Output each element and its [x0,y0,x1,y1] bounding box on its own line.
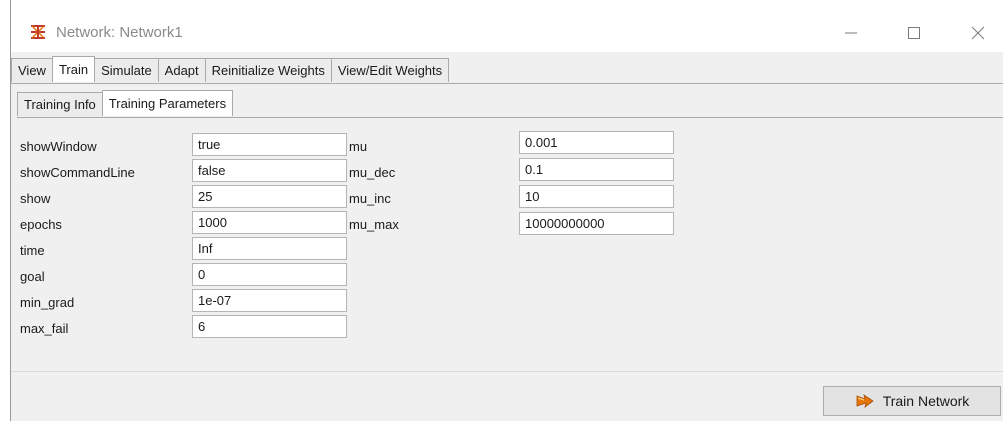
tab-adapt[interactable]: Adapt [157,58,206,82]
close-icon [971,26,985,40]
tab-training-parameters[interactable]: Training Parameters [101,90,234,116]
tab-reinitialize-weights[interactable]: Reinitialize Weights [204,58,332,82]
param-field-show[interactable]: 25 [192,185,347,208]
minimize-button[interactable] [828,16,874,50]
title-bar: Network: Network1 [11,0,1003,52]
param-field-min-grad[interactable]: 1e-07 [192,289,347,312]
main-tab-bar: View Train Simulate Adapt Reinitialize W… [11,56,450,83]
window-title: Network: Network1 [56,24,183,41]
param-field-mu-inc[interactable]: 10 [519,185,674,208]
tab-training-info[interactable]: Training Info [17,92,103,116]
bottom-separator [11,371,1003,372]
param-field-mu-max[interactable]: 10000000000 [519,212,674,235]
minimize-icon [845,32,857,34]
maximize-icon [908,27,920,39]
param-field-mu-dec[interactable]: 0.1 [519,158,674,181]
param-label-show: show [20,191,51,206]
param-label-time: time [20,243,45,258]
network-app-icon [29,23,47,41]
train-network-button[interactable]: Train Network [823,386,1001,416]
param-field-epochs[interactable]: 1000 [192,211,347,234]
tab-view[interactable]: View [11,58,53,82]
tab-train[interactable]: Train [51,56,96,82]
param-field-showwindow[interactable]: true [192,133,347,156]
param-label-mu-dec: mu_dec [349,165,396,180]
param-label-mu-inc: mu_inc [349,191,391,206]
param-field-max-fail[interactable]: 6 [192,315,347,338]
param-label-min-grad: min_grad [20,295,75,310]
maximize-button[interactable] [891,16,937,50]
param-label-goal: goal [20,269,45,284]
main-tab-divider [11,83,1003,84]
param-label-mu: mu [349,139,368,154]
param-field-goal[interactable]: 0 [192,263,347,286]
param-label-mu-max: mu_max [349,217,399,232]
param-label-max-fail: max_fail [20,321,69,336]
train-network-icon [856,394,874,408]
tab-view-edit-weights[interactable]: View/Edit Weights [330,58,450,82]
training-parameters-panel: showWindow true showCommandLine false sh… [17,118,1003,370]
param-field-mu[interactable]: 0.001 [519,131,674,154]
train-network-label: Train Network [882,393,970,409]
param-field-time[interactable]: Inf [192,237,347,260]
param-label-epochs: epochs [20,217,62,232]
sub-tab-bar: Training Info Training Parameters [17,90,234,117]
network-window: Network: Network1 View Train Simulate Ad… [10,0,1003,421]
param-label-showcommandline: showCommandLine [20,165,135,180]
param-label-showwindow: showWindow [20,139,97,154]
param-field-showcommandline[interactable]: false [192,159,347,182]
close-button[interactable] [955,16,1001,50]
tab-simulate[interactable]: Simulate [94,58,159,82]
